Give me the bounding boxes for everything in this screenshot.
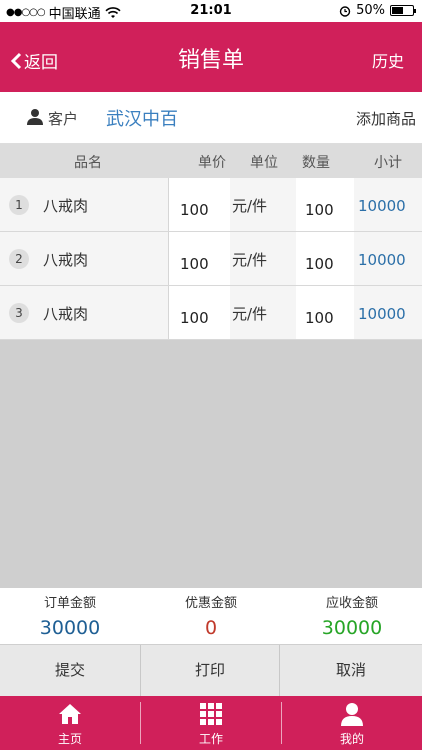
price-input[interactable]: 100 — [168, 286, 230, 339]
quantity-input[interactable]: 100 — [296, 232, 354, 285]
page-title: 销售单 — [177, 48, 244, 73]
battery-percent: 50% — [356, 3, 385, 18]
receivable-amount-label: 应收金额 — [325, 596, 378, 611]
header-subtotal: 小计 — [374, 155, 402, 171]
nav-bar: 返回 销售单 历史 — [0, 22, 422, 92]
tab-home[interactable]: 主页 — [0, 696, 140, 750]
discount-amount-label: 优惠金额 — [184, 596, 237, 611]
grid-icon — [200, 703, 222, 725]
discount-amount-value: 0 — [204, 617, 218, 639]
customer-name[interactable]: 武汉中百 — [106, 105, 178, 131]
table-row[interactable]: 2 八戒肉 100 元/件 100 10000 — [0, 232, 422, 286]
tab-mine[interactable]: 我的 — [282, 696, 422, 750]
row-product-name: 八戒肉 — [43, 251, 89, 269]
tab-mine-label: 我的 — [339, 732, 364, 746]
header-unit: 单位 — [250, 155, 278, 171]
receivable-amount: 应收金额 30000 — [282, 592, 422, 639]
quantity-input[interactable]: 100 — [296, 178, 354, 231]
header-price: 单价 — [198, 155, 226, 171]
alarm-icon — [339, 5, 351, 17]
action-bar: 提交 打印 取消 — [0, 644, 422, 697]
row-unit[interactable]: 元/件 — [232, 249, 267, 270]
row-price: 100 — [180, 255, 209, 273]
header-name: 品名 — [74, 155, 102, 171]
row-product-name: 八戒肉 — [43, 197, 89, 215]
status-bar: ●●○○○ 中国联通 21:01 50% — [0, 0, 422, 22]
discount-amount: 优惠金额 0 — [141, 592, 281, 639]
row-index: 1 — [9, 195, 29, 215]
row-unit[interactable]: 元/件 — [232, 195, 267, 216]
customer-label: 客户 — [48, 110, 79, 128]
submit-button[interactable]: 提交 — [0, 645, 140, 697]
battery-area: 50% — [339, 3, 416, 18]
print-button[interactable]: 打印 — [140, 645, 280, 697]
empty-list-area — [0, 340, 422, 588]
table-header: 品名 单价 单位 数量 小计 — [0, 144, 422, 178]
row-product-name: 八戒肉 — [43, 305, 89, 323]
row-price: 100 — [180, 201, 209, 219]
item-list: 1 八戒肉 100 元/件 100 10000 2 八戒肉 100 元/件 10… — [0, 178, 422, 340]
battery-icon — [390, 5, 416, 16]
tab-work-label: 工作 — [198, 732, 223, 746]
row-index: 2 — [9, 249, 29, 269]
home-icon — [59, 704, 81, 724]
row-subtotal: 10000 — [358, 197, 406, 215]
person-icon — [27, 109, 43, 125]
price-input[interactable]: 100 — [168, 178, 230, 231]
row-index: 3 — [9, 303, 29, 323]
header-qty: 数量 — [302, 155, 330, 171]
tab-home-label: 主页 — [57, 732, 82, 746]
quantity-input[interactable]: 100 — [296, 286, 354, 339]
tab-work[interactable]: 工作 — [141, 696, 281, 750]
tab-bar: 主页 工作 我的 — [0, 696, 422, 750]
history-button[interactable]: 历史 — [372, 48, 404, 72]
table-row[interactable]: 3 八戒肉 100 元/件 100 10000 — [0, 286, 422, 340]
user-icon — [341, 703, 363, 726]
order-amount-label: 订单金额 — [43, 596, 96, 611]
row-subtotal: 10000 — [358, 251, 406, 269]
row-qty: 100 — [305, 201, 334, 219]
row-subtotal: 10000 — [358, 305, 406, 323]
receivable-amount-value: 30000 — [321, 617, 383, 639]
price-input[interactable]: 100 — [168, 232, 230, 285]
customer-bar: 客户 武汉中百 添加商品 — [0, 92, 422, 144]
row-qty: 100 — [305, 255, 334, 273]
cancel-button[interactable]: 取消 — [281, 645, 421, 697]
order-amount: 订单金额 30000 — [0, 592, 140, 639]
order-amount-value: 30000 — [39, 617, 101, 639]
row-price: 100 — [180, 309, 209, 327]
table-row[interactable]: 1 八戒肉 100 元/件 100 10000 — [0, 178, 422, 232]
totals-bar: 订单金额 30000 优惠金额 0 应收金额 30000 — [0, 588, 422, 644]
row-qty: 100 — [305, 309, 334, 327]
add-goods-button[interactable]: 添加商品 — [356, 108, 416, 129]
row-unit[interactable]: 元/件 — [232, 303, 267, 324]
